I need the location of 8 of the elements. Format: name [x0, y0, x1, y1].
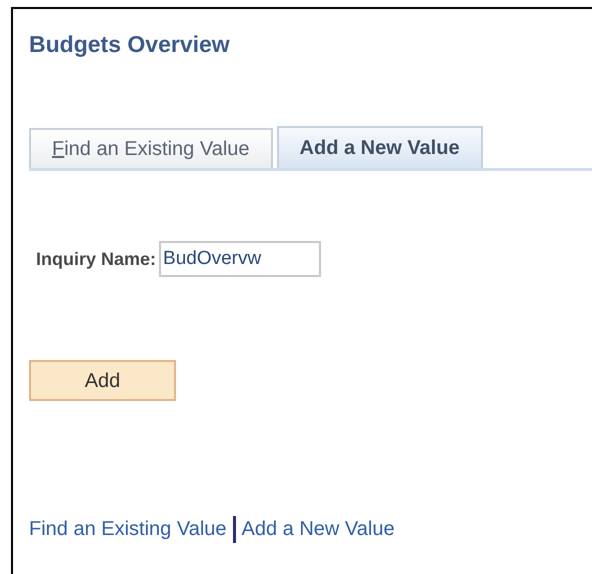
tab[interactable]: Find an Existing Value: [29, 128, 273, 168]
add-button[interactable]: Add: [29, 360, 176, 401]
page-title: Budgets Overview: [29, 30, 230, 59]
field-label: Inquiry Name:: [36, 248, 156, 271]
tab[interactable]: Add a New Value: [276, 126, 483, 168]
inquiry-name-field[interactable]: BudOvervw: [159, 241, 322, 277]
link[interactable]: Add a New Value: [242, 514, 395, 544]
link[interactable]: Find an Existing Value: [29, 514, 227, 544]
